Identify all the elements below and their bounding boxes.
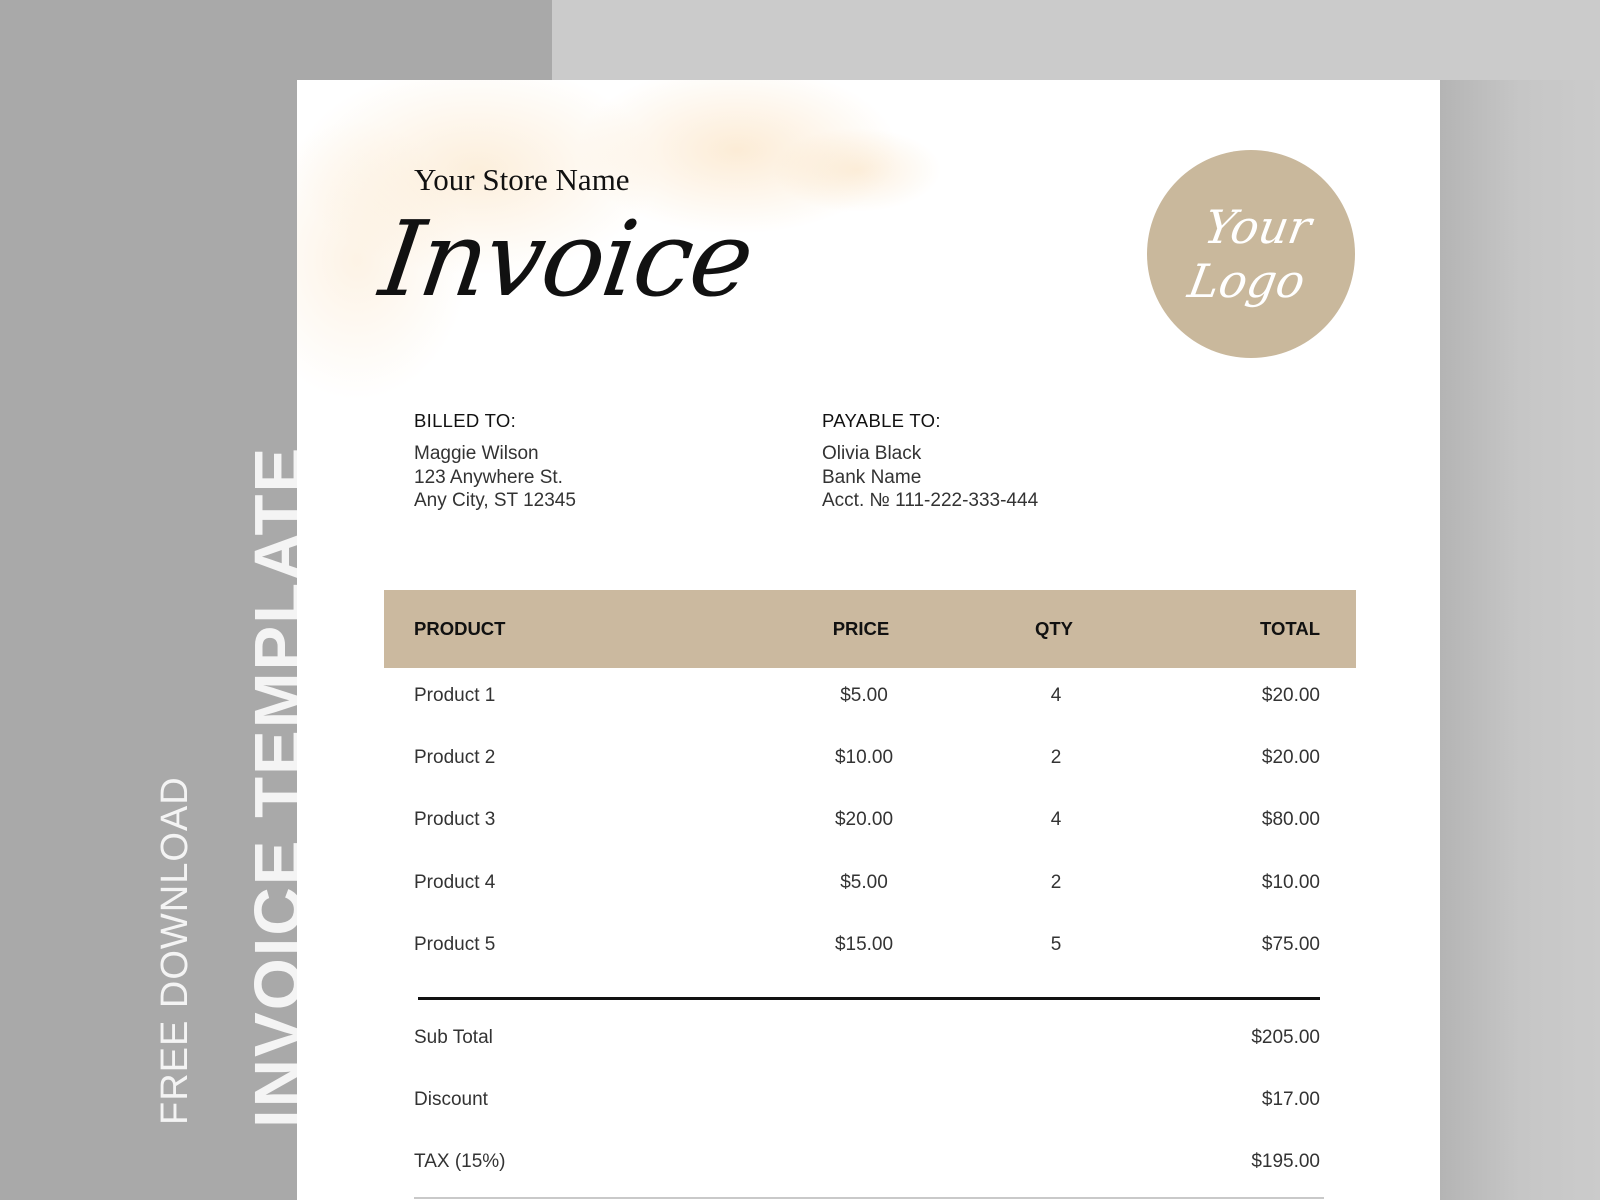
product-total: $75.00 xyxy=(1261,934,1320,955)
table-row: Product 4 $5.00 2 $10.00 xyxy=(414,872,1320,902)
product-price: $20.00 xyxy=(834,809,894,830)
payable-to-account: Acct. № 111-222-333-444 xyxy=(822,490,1039,511)
product-total: $20.00 xyxy=(1261,685,1320,706)
tax-label: TAX (15%) xyxy=(414,1151,506,1172)
payable-to-name: Olivia Black xyxy=(822,443,922,464)
product-name: Product 4 xyxy=(414,872,496,893)
table-row: Product 1 $5.00 4 $20.00 xyxy=(414,685,1320,715)
billed-to-name: Maggie Wilson xyxy=(414,443,539,464)
product-qty: 2 xyxy=(1050,747,1062,768)
product-total: $80.00 xyxy=(1261,809,1320,830)
tax-value: $195.00 xyxy=(1251,1151,1320,1172)
table-row: Product 3 $20.00 4 $80.00 xyxy=(414,809,1320,839)
payable-to-block: PAYABLE TO: Olivia Black Bank Name Acct.… xyxy=(822,410,1038,513)
product-price: $10.00 xyxy=(834,747,894,768)
side-banner-subtitle: FREE DOWNLOAD xyxy=(154,776,196,1125)
column-header-price: PRICE xyxy=(832,618,890,639)
discount-label: Discount xyxy=(414,1089,488,1110)
table-row: Product 5 $15.00 5 $75.00 xyxy=(414,934,1320,964)
product-qty: 2 xyxy=(1050,872,1062,893)
product-price: $15.00 xyxy=(834,934,894,955)
subtotal-label: Sub Total xyxy=(414,1027,493,1048)
table-row: Product 2 $10.00 2 $20.00 xyxy=(414,747,1320,777)
product-qty: 5 xyxy=(1050,934,1062,955)
product-price: $5.00 xyxy=(840,685,888,706)
table-divider xyxy=(418,997,1320,1000)
payable-to-bank: Bank Name xyxy=(822,466,922,488)
invoice-page: Your Store Name Invoice Your Logo BILLED… xyxy=(297,80,1440,1200)
billed-to-block: BILLED TO: Maggie Wilson 123 Anywhere St… xyxy=(414,410,576,513)
page-shadow xyxy=(1440,80,1600,1200)
column-header-product: PRODUCT xyxy=(414,618,506,639)
product-name: Product 1 xyxy=(414,685,496,706)
product-name: Product 2 xyxy=(414,747,496,768)
logo-text-line1: Your xyxy=(1200,200,1316,254)
invoice-title: Invoice xyxy=(373,198,760,320)
payable-to-label: PAYABLE TO: xyxy=(822,410,941,431)
product-name: Product 5 xyxy=(414,934,496,955)
table-header: PRODUCT PRICE QTY TOTAL xyxy=(384,590,1356,668)
billed-to-label: BILLED TO: xyxy=(414,410,517,431)
product-qty: 4 xyxy=(1050,809,1062,830)
logo-placeholder: Your Logo xyxy=(1147,150,1355,358)
discount-value: $17.00 xyxy=(1261,1089,1320,1110)
summary-divider xyxy=(414,1197,1324,1199)
subtotal-value: $205.00 xyxy=(1251,1027,1320,1048)
product-total: $10.00 xyxy=(1261,872,1320,893)
product-qty: 4 xyxy=(1050,685,1062,706)
column-header-total: TOTAL xyxy=(1260,618,1320,639)
store-name: Your Store Name xyxy=(414,162,630,197)
product-total: $20.00 xyxy=(1261,747,1320,768)
billed-to-city: Any City, ST 12345 xyxy=(414,490,576,511)
column-header-qty: QTY xyxy=(1034,618,1074,639)
billed-to-address: 123 Anywhere St. xyxy=(414,466,563,488)
product-name: Product 3 xyxy=(414,809,496,830)
product-price: $5.00 xyxy=(840,872,888,893)
logo-text-line2: Logo xyxy=(1184,254,1310,308)
